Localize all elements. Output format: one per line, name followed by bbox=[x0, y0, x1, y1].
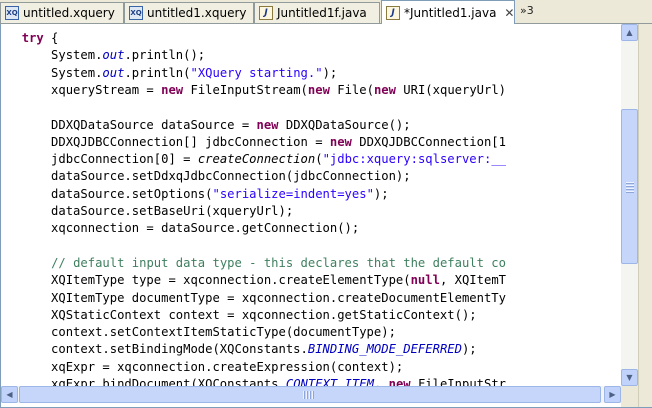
code-token: jdbcConnection[0] = bbox=[51, 152, 191, 167]
code-token: DDXQJDBCConnection[1 bbox=[351, 134, 506, 149]
horizontal-scrollbar[interactable]: ◀ ▶ bbox=[1, 386, 621, 403]
code-line: xqueryStream = new FileInputStream(new F… bbox=[1, 82, 506, 99]
scroll-down-button[interactable]: ▼ bbox=[621, 369, 638, 386]
code-line: dataSource.setOptions("serialize=indent=… bbox=[1, 186, 389, 203]
tab-label: *Juntitled1.java bbox=[404, 5, 497, 20]
code-token: xqueryStream = bbox=[51, 82, 154, 97]
xquery-file-icon: XQ bbox=[5, 6, 19, 20]
code-token: ); bbox=[461, 342, 477, 357]
code-token: System. bbox=[51, 65, 103, 80]
code-token: File( bbox=[329, 82, 374, 97]
keyword-token: new bbox=[256, 117, 279, 132]
code-token: xqExpr = xqconnection.createExpression(c… bbox=[1, 359, 404, 374]
code-line: System.out.println("XQuery starting."); bbox=[1, 65, 337, 82]
keyword-token: new bbox=[329, 134, 352, 149]
code-token: DDXQJDBCConnection[] jdbcConnection = bbox=[51, 134, 323, 149]
code-token: xqExpr.bindDocument(XQConstants. bbox=[51, 377, 286, 386]
code-line: dataSource.setBaseUri(xqueryUrl); bbox=[1, 203, 293, 220]
scroll-right-button[interactable]: ▶ bbox=[604, 386, 621, 403]
java-editor: try { System.out.println(); System.out.p… bbox=[0, 24, 652, 408]
code-token: , XQItemT bbox=[439, 273, 506, 288]
keyword-token: new bbox=[373, 82, 396, 97]
code-token: DDXQDataSource(); bbox=[278, 117, 411, 132]
scrollbar-corner bbox=[621, 386, 638, 407]
code-token: createConnection bbox=[197, 152, 316, 167]
vertical-scrollbar[interactable]: ▲ ▼ bbox=[621, 24, 638, 386]
code-line: xqconnection = dataSource.getConnection(… bbox=[1, 220, 359, 237]
code-token: out bbox=[102, 65, 125, 80]
code-token: ); bbox=[373, 186, 389, 201]
code-token: dataSource.setBaseUri(xqueryUrl); bbox=[51, 204, 294, 218]
code-token: ); bbox=[322, 65, 338, 80]
tab-untitled-xquery[interactable]: XQ untitled.xquery bbox=[0, 2, 124, 23]
code-token: ( bbox=[315, 152, 323, 167]
scroll-up-button[interactable]: ▲ bbox=[621, 24, 638, 41]
code-token: FileInputStr bbox=[410, 377, 507, 386]
code-line: xqExpr = xqconnection.createExpression(c… bbox=[1, 359, 403, 376]
code-line: // default input data type - this declar… bbox=[1, 255, 506, 272]
keyword-token: new bbox=[307, 82, 330, 97]
code-token: out bbox=[102, 48, 125, 63]
code-line: System.out.println(); bbox=[1, 47, 205, 64]
close-icon[interactable]: ✕ bbox=[504, 6, 514, 20]
code-token: XQItemType type = xqconnection.createEle… bbox=[1, 273, 411, 288]
string-token: "jdbc:xquery:sqlserver:__ bbox=[322, 152, 506, 167]
overview-ruler bbox=[638, 24, 652, 407]
code-token: .println( bbox=[124, 65, 191, 80]
code-token: XQItemType documentType = xqconnection.c… bbox=[1, 290, 506, 305]
keyword-token: try bbox=[21, 31, 44, 45]
code-token: XQStaticContext context = xqconnection.g… bbox=[1, 307, 477, 322]
code-line: DDXQJDBCConnection[] jdbcConnection = ne… bbox=[1, 134, 506, 151]
code-token: context.setContextItemStaticType(documen… bbox=[1, 325, 396, 340]
code-token: DDXQDataSource dataSource = bbox=[51, 117, 250, 132]
java-file-icon: J bbox=[259, 6, 273, 20]
comment-token: // default input data type - this declar… bbox=[51, 255, 506, 270]
keyword-token: null bbox=[410, 273, 440, 288]
xquery-file-icon: XQ bbox=[129, 6, 143, 20]
vertical-scroll-thumb[interactable] bbox=[621, 109, 638, 264]
tab-label: Juntitled1f.java bbox=[277, 6, 367, 20]
code-line: xqExpr.bindDocument(XQConstants.CONTEXT_… bbox=[1, 376, 506, 386]
keyword-token: new bbox=[161, 82, 184, 97]
java-file-icon: J bbox=[386, 5, 400, 20]
tab-label: untitled.xquery bbox=[23, 6, 115, 20]
code-line: context.setBindingMode(XQConstants.BINDI… bbox=[1, 341, 477, 358]
code-token: xqconnection = dataSource.getConnection(… bbox=[1, 221, 360, 236]
code-token: FileInputStream( bbox=[183, 82, 308, 97]
code-token: dataSource.setOptions( bbox=[51, 186, 213, 201]
code-token: CONTEXT_ITEM bbox=[285, 377, 374, 386]
code-token: , bbox=[373, 377, 389, 386]
code-line: DDXQDataSource dataSource = new DDXQData… bbox=[1, 117, 411, 134]
code-line: jdbcConnection[0] = createConnection("jd… bbox=[1, 151, 506, 168]
code-line: context.setContextItemStaticType(documen… bbox=[1, 324, 396, 341]
tab-label: untitled1.xquery bbox=[147, 6, 247, 20]
code-area[interactable]: try { System.out.println(); System.out.p… bbox=[1, 24, 621, 386]
code-line: try { bbox=[1, 30, 59, 47]
code-token: .println(); bbox=[124, 48, 206, 63]
tab-juntitled1f-java[interactable]: J Juntitled1f.java bbox=[254, 2, 380, 23]
code-line: XQStaticContext context = xqconnection.g… bbox=[1, 307, 477, 324]
code-token: URI(xqueryUrl) bbox=[395, 82, 507, 97]
keyword-token: new bbox=[388, 377, 411, 386]
tab-overflow-button[interactable]: »3 bbox=[520, 4, 534, 17]
code-token: System. bbox=[51, 48, 103, 63]
code-line: XQItemType type = xqconnection.createEle… bbox=[1, 272, 506, 289]
horizontal-scroll-thumb[interactable] bbox=[19, 386, 601, 403]
code-line: XQItemType documentType = xqconnection.c… bbox=[1, 290, 506, 307]
tab-untitled1-xquery[interactable]: XQ untitled1.xquery bbox=[124, 2, 254, 23]
code-token: context.setBindingMode(XQConstants. bbox=[51, 342, 308, 357]
code-token: dataSource.setDdxqJdbcConnection(jdbcCon… bbox=[1, 169, 411, 184]
code-token: { bbox=[43, 31, 59, 45]
code-line: dataSource.setDdxqJdbcConnection(jdbcCon… bbox=[1, 168, 411, 185]
tab-juntitled1-java-active[interactable]: J *Juntitled1.java ✕ bbox=[381, 0, 515, 24]
string-token: "serialize=indent=yes" bbox=[212, 186, 374, 201]
code-token: BINDING_MODE_DEFERRED bbox=[307, 342, 462, 357]
editor-tab-bar: XQ untitled.xquery XQ untitled1.xquery J… bbox=[0, 0, 652, 24]
string-token: "XQuery starting." bbox=[190, 65, 323, 80]
scroll-left-button[interactable]: ◀ bbox=[1, 386, 18, 403]
